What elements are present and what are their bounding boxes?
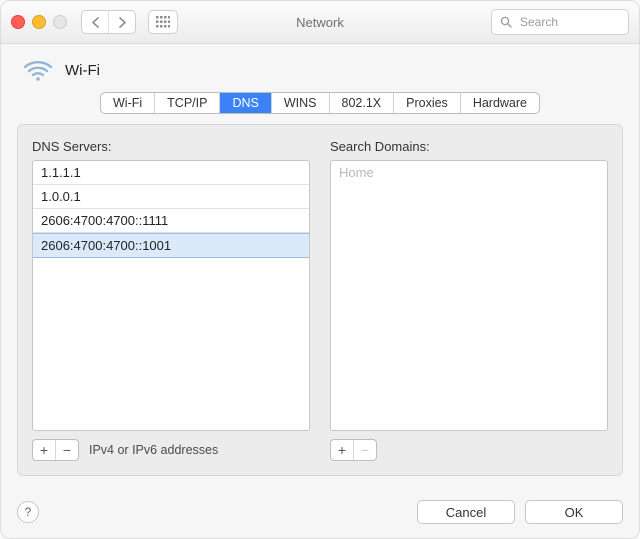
search-domains-list[interactable]: Home — [330, 160, 608, 431]
search-icon — [500, 16, 512, 28]
forward-button[interactable] — [108, 11, 135, 33]
search-input[interactable] — [518, 14, 620, 30]
dns-server-row[interactable]: 1.0.0.1 — [33, 185, 309, 209]
search-field[interactable] — [491, 9, 629, 35]
close-window-button[interactable] — [11, 15, 25, 29]
dns-servers-list[interactable]: 1.1.1.11.0.0.12606:4700:4700::11112606:4… — [32, 160, 310, 431]
zoom-window-button[interactable] — [53, 15, 67, 29]
window-titlebar: Network — [1, 1, 639, 44]
search-domains-placeholder: Home — [331, 161, 607, 184]
settings-tabs: Wi-FiTCP/IPDNSWINS802.1XProxiesHardware — [100, 92, 540, 114]
cancel-button[interactable]: Cancel — [417, 500, 515, 524]
search-domains-add-button[interactable]: + — [331, 440, 353, 460]
search-domains-section: Search Domains: Home + − — [330, 139, 608, 461]
wifi-icon — [23, 58, 53, 82]
dns-server-row[interactable]: 2606:4700:4700::1001 — [33, 233, 309, 258]
dns-add-remove: + − — [32, 439, 79, 461]
search-domains-remove-button: − — [353, 440, 376, 460]
dns-servers-label: DNS Servers: — [32, 139, 310, 154]
dns-server-row[interactable]: 2606:4700:4700::1111 — [33, 209, 309, 233]
minimize-window-button[interactable] — [32, 15, 46, 29]
tab-wins[interactable]: WINS — [272, 93, 330, 113]
tab-wifi[interactable]: Wi-Fi — [101, 93, 155, 113]
tab-hardware[interactable]: Hardware — [461, 93, 539, 113]
tab-tcpip[interactable]: TCP/IP — [155, 93, 220, 113]
tab-dns[interactable]: DNS — [220, 93, 271, 113]
connection-name: Wi-Fi — [65, 62, 100, 79]
dns-hint: IPv4 or IPv6 addresses — [89, 443, 218, 457]
show-all-button[interactable] — [148, 10, 178, 34]
back-button[interactable] — [82, 11, 108, 33]
search-domains-add-remove: + − — [330, 439, 377, 461]
tab-8021x[interactable]: 802.1X — [330, 93, 395, 113]
nav-back-forward — [81, 10, 136, 34]
dns-remove-button[interactable]: − — [55, 440, 78, 460]
window-controls — [11, 15, 67, 29]
dns-server-row[interactable]: 1.1.1.1 — [33, 161, 309, 185]
dns-servers-section: DNS Servers: 1.1.1.11.0.0.12606:4700:470… — [32, 139, 310, 461]
connection-header: Wi-Fi — [17, 54, 623, 92]
search-domains-label: Search Domains: — [330, 139, 608, 154]
dns-add-button[interactable]: + — [33, 440, 55, 460]
tab-proxies[interactable]: Proxies — [394, 93, 461, 113]
help-button[interactable]: ? — [17, 501, 39, 523]
ok-button[interactable]: OK — [525, 500, 623, 524]
